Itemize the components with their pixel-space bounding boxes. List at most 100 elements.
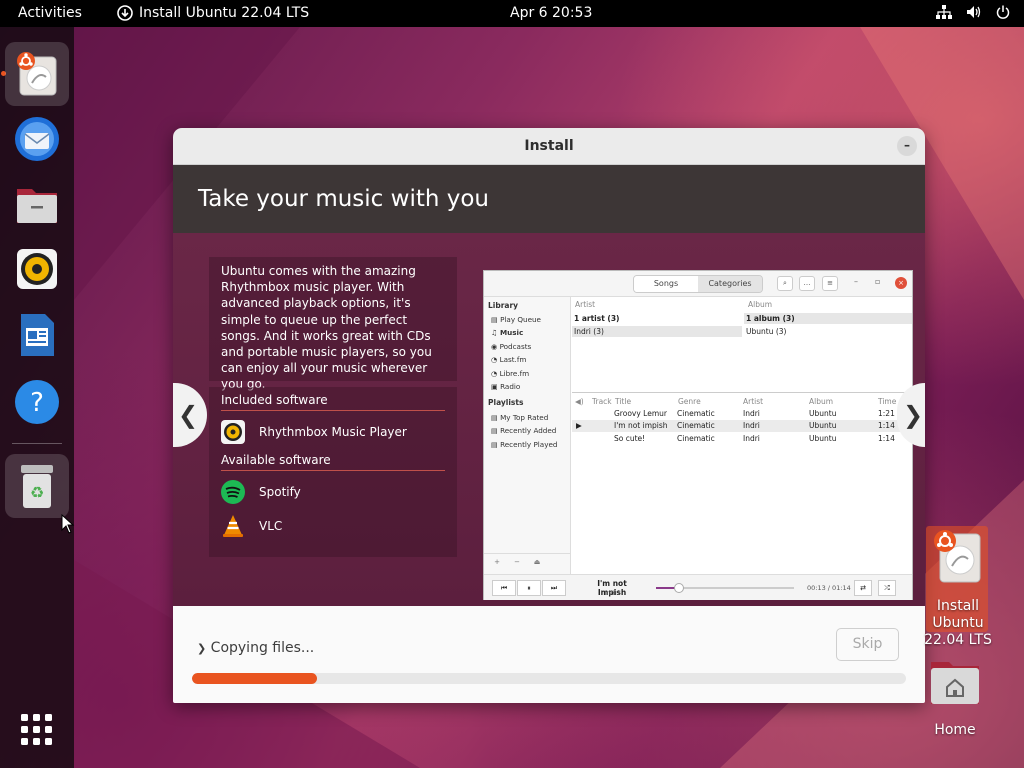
album-col-header: Album bbox=[809, 397, 834, 406]
dock-installer[interactable] bbox=[5, 42, 69, 106]
installer-icon bbox=[934, 530, 981, 583]
chevron-right-icon: ❯ bbox=[902, 401, 924, 429]
help-icon: ? bbox=[15, 380, 59, 424]
mouse-cursor-icon bbox=[61, 514, 75, 534]
genre-col-header: Genre bbox=[678, 397, 701, 406]
desktop-installer-label: Install Ubuntu bbox=[932, 598, 984, 631]
dock-separator bbox=[12, 443, 62, 444]
desktop-home[interactable]: Home bbox=[920, 654, 990, 738]
dock-writer[interactable] bbox=[5, 303, 69, 367]
spotify-icon bbox=[221, 480, 245, 504]
svg-text:?: ? bbox=[30, 388, 44, 418]
tab-categories: Categories bbox=[698, 276, 762, 292]
sidebar-buttons: + − ⏏ bbox=[484, 553, 571, 573]
power-icon bbox=[996, 5, 1010, 19]
window-titlebar[interactable]: Install – bbox=[173, 128, 925, 165]
previous-track-icon: ⏮ bbox=[492, 580, 516, 596]
shuffle-icon: ⤮ bbox=[878, 580, 896, 596]
maximize-icon: ▫ bbox=[875, 277, 881, 286]
speaker-icon: ◀) bbox=[575, 397, 584, 406]
dock-files[interactable] bbox=[5, 172, 69, 236]
rhythmbox-tabs: Songs Categories bbox=[633, 275, 763, 293]
system-tray[interactable] bbox=[936, 5, 1010, 19]
available-item: VLC bbox=[221, 513, 445, 539]
remove-icon: − bbox=[514, 558, 520, 566]
available-item-label: Spotify bbox=[259, 485, 301, 499]
dock-help[interactable]: ? bbox=[5, 370, 69, 434]
artist-row: Indri (3) bbox=[572, 326, 742, 337]
chevron-right-icon: ❯ bbox=[197, 642, 207, 655]
slide-body: ❮ Ubuntu comes with the amazing Rhythmbo… bbox=[173, 233, 925, 606]
album-row: Ubuntu (3) bbox=[746, 327, 787, 336]
activities-button[interactable]: Activities bbox=[18, 5, 82, 21]
top-bar: Activities Install Ubuntu 22.04 LTS Apr … bbox=[0, 0, 1024, 27]
more-icon: … bbox=[799, 276, 815, 291]
clock[interactable]: Apr 6 20:53 bbox=[510, 5, 592, 21]
title-col-header: Title bbox=[615, 397, 632, 406]
download-icon bbox=[117, 5, 133, 21]
available-heading: Available software bbox=[221, 453, 445, 471]
progress-details-toggle[interactable]: ❯ Copying files... bbox=[197, 640, 314, 656]
artist-header: Artist bbox=[575, 300, 596, 309]
repeat-icon: ⇄ bbox=[854, 580, 872, 596]
rhythmbox-sidebar: Library ▤ Play Queue ♫ Music ◉ Podcasts … bbox=[484, 297, 571, 574]
desktop-home-label: Home bbox=[934, 722, 976, 738]
progress-bar bbox=[192, 673, 906, 684]
progress-area: ❯ Copying files... Skip bbox=[173, 606, 925, 703]
rhythmbox-player: ⏮ ⏸ ⏭ I'm not Impish Indri 00:13 / 01:14… bbox=[484, 574, 912, 600]
app-grid-icon bbox=[21, 714, 52, 745]
menu-icon: ≡ bbox=[822, 276, 838, 291]
rhythmbox-icon bbox=[221, 420, 245, 444]
library-item: ◉ Podcasts bbox=[491, 342, 532, 351]
artist-row: 1 artist (3) bbox=[574, 314, 620, 323]
dock-rhythmbox[interactable] bbox=[5, 237, 69, 301]
library-item: ▤ Play Queue bbox=[491, 315, 541, 324]
app-menu[interactable]: Install Ubuntu 22.04 LTS bbox=[117, 5, 309, 21]
svg-text:♻: ♻ bbox=[30, 483, 44, 502]
available-item: Spotify bbox=[221, 479, 445, 505]
eject-icon: ⏏ bbox=[533, 558, 541, 566]
writer-icon bbox=[21, 314, 54, 356]
add-icon: + bbox=[494, 558, 500, 566]
volume-icon bbox=[967, 6, 981, 18]
network-icon bbox=[936, 5, 952, 19]
seek-knob bbox=[674, 583, 685, 593]
track-row: ▶ I'm not impish Cinematic Indri Ubuntu … bbox=[572, 420, 912, 432]
dock: ? ♻ bbox=[0, 27, 74, 768]
available-item-label: VLC bbox=[259, 519, 283, 533]
home-folder-icon bbox=[931, 662, 979, 704]
playlists-heading: Playlists bbox=[488, 398, 524, 407]
rhythmbox-browser: Artist Album 1 artist (3) Indri (3) 1 al… bbox=[572, 297, 912, 393]
search-icon: ⌕ bbox=[777, 276, 793, 291]
next-track-icon: ⏭ bbox=[542, 580, 566, 596]
slide-description: Ubuntu comes with the amazing Rhythmbox … bbox=[209, 257, 457, 391]
installer-window: Install – Take your music with you ❮ Ubu… bbox=[173, 128, 925, 703]
minimize-button[interactable]: – bbox=[897, 136, 917, 156]
app-grid-button[interactable] bbox=[20, 713, 54, 751]
track-row: So cute! Cinematic Indri Ubuntu 1:14 bbox=[614, 434, 895, 443]
dock-trash[interactable]: ♻ bbox=[5, 454, 69, 518]
previous-slide-button[interactable]: ❮ bbox=[173, 383, 207, 447]
included-item: Rhythmbox Music Player bbox=[221, 419, 445, 445]
desktop-installer[interactable]: Install Ubuntu 22.04 LTS bbox=[916, 528, 1000, 649]
software-box: Included software Rhythmbox Music Player… bbox=[209, 387, 457, 557]
seek-bar bbox=[656, 583, 794, 593]
time-col-header: Time bbox=[878, 397, 897, 406]
library-heading: Library bbox=[488, 301, 519, 310]
included-item-label: Rhythmbox Music Player bbox=[259, 425, 407, 439]
progress-fill bbox=[192, 673, 317, 684]
vlc-icon bbox=[223, 515, 243, 537]
rhythmbox-screenshot: Songs Categories ⌕ … ≡ – ▫ × Library ▤ P… bbox=[483, 270, 913, 600]
track-row: Groovy Lemur Cinematic Indri Ubuntu 1:21 bbox=[614, 409, 895, 418]
progress-label: Copying files... bbox=[210, 640, 315, 656]
minimize-icon: – bbox=[854, 277, 858, 286]
app-menu-label: Install Ubuntu 22.04 LTS bbox=[139, 5, 310, 21]
files-icon bbox=[17, 189, 57, 223]
dock-thunderbird[interactable] bbox=[5, 107, 69, 171]
playlist-item: ▤ My Top Rated bbox=[491, 413, 549, 422]
artist-col-header: Artist bbox=[743, 397, 764, 406]
trash-icon: ♻ bbox=[21, 465, 53, 508]
slide-title: Take your music with you bbox=[173, 165, 925, 233]
skip-button[interactable]: Skip bbox=[836, 628, 899, 661]
rhythmbox-header: Songs Categories ⌕ … ≡ – ▫ × bbox=[484, 271, 912, 297]
